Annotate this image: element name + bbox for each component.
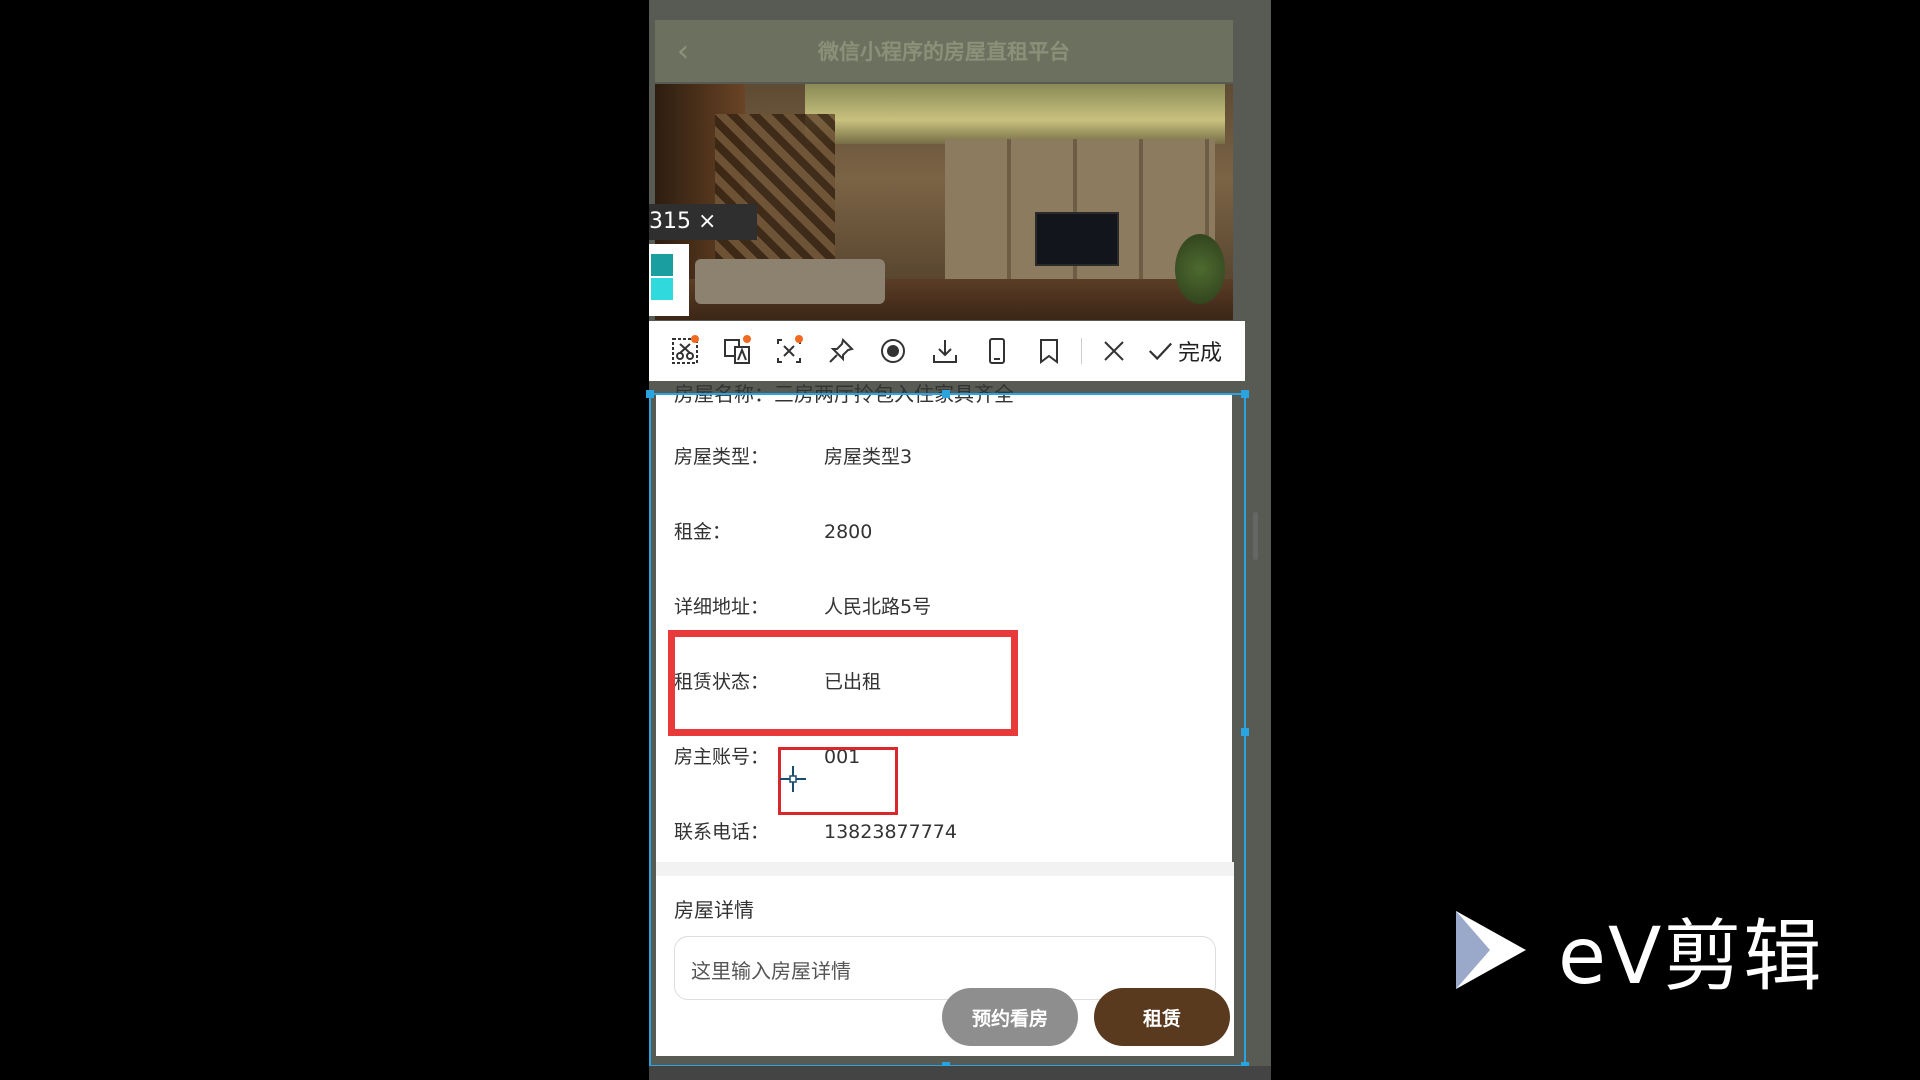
chevron-left-icon[interactable]: ‹ [677,34,689,69]
formula-icon[interactable] [763,329,815,373]
ev-play-icon [1456,911,1526,989]
scrollbar[interactable] [1253,512,1258,560]
info-value: 13823877774 [824,821,957,843]
color-swatch[interactable] [649,244,689,316]
crosshair-cursor-icon [780,766,806,792]
info-label: 联系电话： [674,821,770,843]
nav-bar: ‹ 微信小程序的房屋直租平台 [655,20,1233,82]
check-icon [1148,342,1173,361]
record-icon[interactable] [867,329,919,373]
house-info-card: 房屋名称：三房两厅拎包入住家具齐全 房屋类型： 房屋类型3 租金： 2800 详… [656,382,1232,862]
book-viewing-button[interactable]: 预约看房 [942,988,1078,1046]
house-photo [655,84,1233,320]
info-label: 租金： [674,521,732,543]
bookmark-icon[interactable] [1023,329,1075,373]
info-value: 2800 [824,521,873,543]
scissors-icon[interactable] [659,329,711,373]
watermark-text: eV剪辑 [1558,912,1824,1002]
translate-icon[interactable] [711,329,763,373]
detail-title: 房屋详情 [674,898,754,922]
swatch-dark[interactable] [651,254,673,276]
info-label: 房屋类型： [674,446,770,468]
info-label: 详细地址： [674,596,770,618]
download-icon[interactable] [919,329,971,373]
info-value: 房屋类型3 [824,446,913,468]
page-title: 微信小程序的房屋直租平台 [818,40,1070,64]
ev-watermark: eV剪辑 [1450,900,1850,1002]
pin-icon[interactable] [815,329,867,373]
done-label: 完成 [1178,341,1223,366]
info-value: 人民北路5号 [824,596,932,618]
toolbar-divider [1081,338,1082,364]
highlight-box[interactable] [668,630,1018,736]
phone-icon[interactable] [971,329,1023,373]
rent-button[interactable]: 租赁 [1094,988,1230,1046]
close-icon[interactable] [1088,329,1140,373]
capture-toolbar: 完成 [649,321,1245,381]
capture-size-label: 315 × 351 [649,204,757,270]
done-button[interactable]: 完成 [1146,335,1222,367]
bottom-edge [649,1066,1271,1080]
swatch-light[interactable] [651,278,673,300]
house-name: 房屋名称：三房两厅拎包入住家具齐全 [674,382,1014,406]
section-divider [656,862,1234,876]
